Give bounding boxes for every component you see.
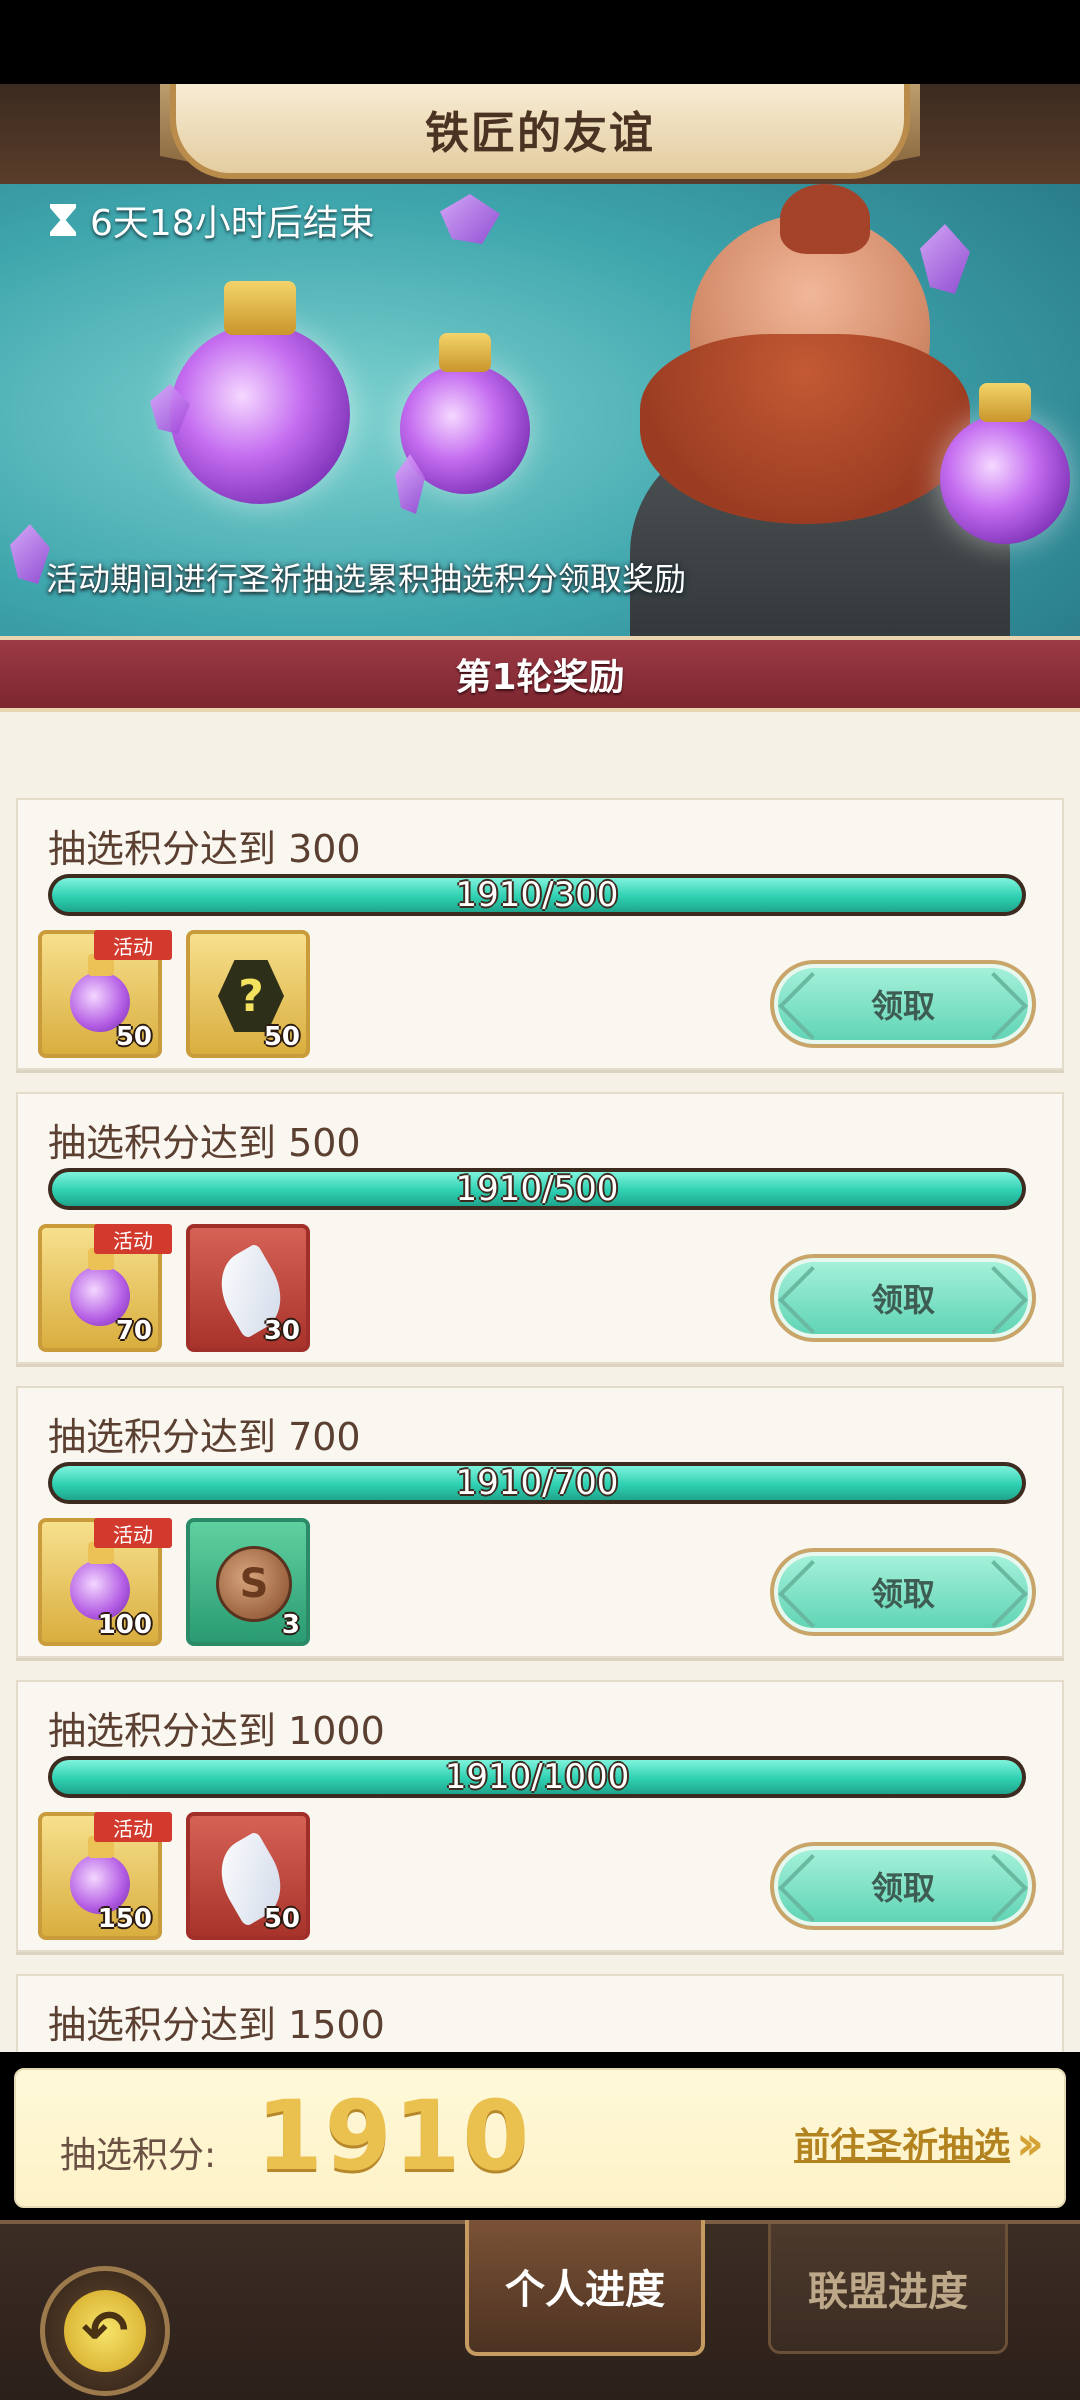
reward-item-coin[interactable]: S 3	[186, 1518, 310, 1646]
score-label: 抽选积分:	[60, 2135, 217, 2176]
status-bar	[0, 0, 1080, 84]
reward-card: 抽选积分达到 300 1910/300 活动 50 ? 50 领取	[16, 798, 1064, 1070]
reward-threshold: 抽选积分达到 300	[48, 827, 361, 871]
item-count: 70	[115, 1316, 152, 1346]
progress-text: 1910/300	[455, 875, 619, 915]
progress-bar: 1910/700	[48, 1462, 1026, 1504]
crystal-art	[440, 194, 500, 244]
crystal-art	[10, 524, 50, 584]
reward-card: 抽选积分达到 1000 1910/1000 活动 150 50 领取	[16, 1680, 1064, 1952]
reward-item-feather[interactable]: 30	[186, 1224, 310, 1352]
reward-card: 抽选积分达到 1500	[16, 1974, 1064, 2052]
potion-art-hand	[940, 382, 1070, 544]
score-value: 1910	[256, 2080, 532, 2192]
progress-text: 1910/500	[455, 1169, 619, 1209]
event-banner: 铁匠的友谊 6天18小时后结束 活动期间进行圣祈抽选累积抽选积分领取奖励	[0, 84, 1080, 636]
reward-threshold: 抽选积分达到 1500	[48, 2003, 385, 2047]
progress-text: 1910/1000	[444, 1757, 630, 1797]
goto-draw-label[interactable]: 前往圣祈抽选	[794, 2117, 1010, 2169]
banner-title-plate: 铁匠的友谊	[170, 84, 910, 179]
dragon-coin-icon: S	[216, 1546, 292, 1622]
event-badge: 活动	[94, 1812, 172, 1842]
tab-personal-progress[interactable]: 个人进度	[465, 2220, 705, 2356]
claim-button[interactable]: 领取	[770, 1842, 1036, 1930]
event-badge: 活动	[94, 1518, 172, 1548]
reward-list[interactable]: 抽选积分达到 300 1910/300 活动 50 ? 50 领取 抽选积分达到…	[0, 712, 1080, 2052]
potion-art-large	[170, 280, 350, 504]
reward-item-potion[interactable]: 活动 100	[38, 1518, 172, 1646]
back-arrow-icon: ↶	[64, 2290, 146, 2372]
double-chevron-right-icon: ››	[1016, 2116, 1044, 2170]
reward-card: 抽选积分达到 700 1910/700 活动 100 S 3 领取	[16, 1386, 1064, 1658]
event-timer: 6天18小时后结束	[50, 194, 375, 246]
timer-text: 6天18小时后结束	[90, 203, 375, 244]
reward-threshold: 抽选积分达到 500	[48, 1121, 361, 1165]
item-count: 100	[97, 1610, 152, 1640]
item-count: 50	[263, 1904, 300, 1934]
back-button[interactable]: ↶	[40, 2266, 170, 2396]
progress-bar: 1910/500	[48, 1168, 1026, 1210]
reward-threshold: 抽选积分达到 700	[48, 1415, 361, 1459]
goto-draw-link[interactable]: 前往圣祈抽选 ››	[794, 2116, 1044, 2170]
reward-item-potion[interactable]: 活动 50	[38, 930, 172, 1058]
claim-button[interactable]: 领取	[770, 1548, 1036, 1636]
event-title: 铁匠的友谊	[425, 107, 655, 159]
reward-item-feather[interactable]: 50	[186, 1812, 310, 1940]
reward-item-potion[interactable]: 活动 150	[38, 1812, 172, 1940]
claim-button[interactable]: 领取	[770, 1254, 1036, 1342]
event-description: 活动期间进行圣祈抽选累积抽选积分领取奖励	[46, 560, 687, 598]
reward-item-mystery[interactable]: ? 50	[186, 930, 310, 1058]
progress-bar: 1910/300	[48, 874, 1026, 916]
event-badge: 活动	[94, 1224, 172, 1254]
item-count: 3	[281, 1610, 300, 1640]
item-count: 50	[115, 1022, 152, 1052]
reward-item-potion[interactable]: 活动 70	[38, 1224, 172, 1352]
reward-threshold: 抽选积分达到 1000	[48, 1709, 385, 1753]
score-panel: 抽选积分: 1910 前往圣祈抽选 ››	[14, 2068, 1066, 2208]
claim-button[interactable]: 领取	[770, 960, 1036, 1048]
event-badge: 活动	[94, 930, 172, 960]
item-count: 30	[263, 1316, 300, 1346]
item-count: 150	[97, 1904, 152, 1934]
bottom-nav: ↶ 个人进度 联盟进度	[0, 2220, 1080, 2400]
progress-text: 1910/700	[455, 1463, 619, 1503]
round-header: 第1轮奖励	[0, 636, 1080, 712]
round-title: 第1轮奖励	[455, 657, 625, 698]
item-count: 50	[263, 1022, 300, 1052]
progress-bar: 1910/1000	[48, 1756, 1026, 1798]
hourglass-icon	[50, 204, 76, 236]
tab-alliance-progress[interactable]: 联盟进度	[768, 2224, 1008, 2354]
reward-card: 抽选积分达到 500 1910/500 活动 70 30 领取	[16, 1092, 1064, 1364]
